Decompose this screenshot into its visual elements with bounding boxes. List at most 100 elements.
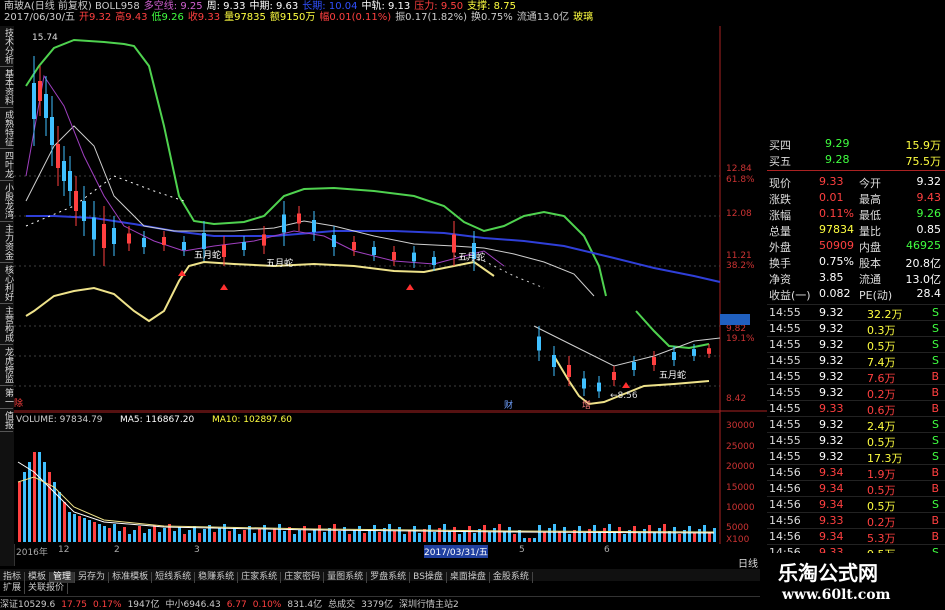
price-axis-label: 61.8% bbox=[726, 175, 755, 185]
date-tick: 6 bbox=[604, 545, 610, 555]
rail-item[interactable]: 成熟特征 bbox=[0, 108, 13, 149]
ohlc-value: 开9.32 bbox=[79, 12, 112, 23]
rail-item[interactable]: 主营构成 bbox=[0, 304, 13, 345]
volume-bar bbox=[713, 528, 716, 542]
stat-row: 换手 0.75% 股本 20.8亿 bbox=[767, 254, 945, 270]
volume-bar bbox=[428, 525, 431, 542]
rail-item[interactable]: 值报 bbox=[0, 409, 13, 432]
ohlc-value: 高9.43 bbox=[115, 12, 148, 23]
rail-item[interactable]: 基本资料 bbox=[0, 67, 13, 108]
tab-2[interactable]: 管理 bbox=[50, 572, 76, 583]
tab-0[interactable]: 指标 bbox=[0, 572, 26, 583]
rail-item[interactable]: 主力资金 bbox=[0, 222, 13, 263]
volume-bar bbox=[333, 524, 336, 542]
tick-time: 14:55 bbox=[769, 450, 801, 463]
tick-row: 14:55 9.32 0.5万 S bbox=[767, 432, 945, 449]
stat-row: 涨幅 0.11% 最低 9.26 bbox=[767, 206, 945, 222]
volume-bar bbox=[133, 530, 136, 542]
volume-bar bbox=[373, 525, 376, 542]
candlestick-body bbox=[56, 144, 60, 168]
volume-bar bbox=[293, 534, 296, 542]
pattern-label: 五月蛇 bbox=[458, 251, 485, 263]
event-marker[interactable]: 增 bbox=[582, 399, 591, 411]
stat-l1: 涨跌 bbox=[769, 193, 791, 206]
stat-v2: 9.32 bbox=[916, 175, 942, 188]
candlestick-body bbox=[162, 237, 166, 245]
volume-bar bbox=[608, 524, 611, 542]
volume-bar bbox=[638, 533, 641, 542]
bid-label: 买五 bbox=[769, 155, 791, 168]
tick-time: 14:56 bbox=[769, 466, 801, 479]
rail-item[interactable]: 四叶龙 bbox=[0, 149, 13, 181]
volume-bar bbox=[523, 538, 526, 542]
tab-10[interactable]: 罗盘系统 bbox=[367, 572, 411, 583]
candlestick-body bbox=[127, 233, 131, 244]
tick-side: B bbox=[931, 466, 939, 479]
price-chart[interactable]: 12.8461.8%12.0811.2138.2%9.879.8219.1%8.… bbox=[14, 26, 767, 412]
tab-13[interactable]: 金股系统 bbox=[490, 572, 533, 583]
volume-axis-label: 10000 bbox=[726, 503, 755, 513]
tick-price: 9.33 bbox=[819, 402, 844, 415]
volume-bar bbox=[33, 452, 36, 542]
tab-9[interactable]: 量图系统 bbox=[324, 572, 368, 583]
stat-v2: 46925 bbox=[906, 239, 941, 252]
ohlc-value: 振0.17(1.82%) bbox=[395, 12, 468, 23]
tab-5[interactable]: 短线系统 bbox=[152, 572, 196, 583]
event-marker[interactable]: 财 bbox=[504, 399, 513, 411]
tab-3[interactable]: 另存为 bbox=[75, 572, 110, 583]
volume-bar bbox=[528, 538, 531, 542]
rail-item[interactable]: 技术分析 bbox=[0, 26, 13, 67]
stat-l2: 最低 bbox=[859, 209, 881, 222]
candlestick-body bbox=[312, 220, 316, 232]
volume-bar bbox=[83, 518, 86, 542]
sub-tab-1[interactable]: 关联报价 bbox=[25, 583, 69, 594]
tick-row: 14:55 9.32 17.3万 S bbox=[767, 448, 945, 465]
stat-v2: 20.8亿 bbox=[905, 257, 942, 270]
volume-bar bbox=[163, 528, 166, 542]
volume-bar bbox=[618, 527, 621, 542]
volume-bar bbox=[23, 472, 26, 542]
candlestick-body bbox=[112, 228, 116, 244]
event-marker[interactable]: 除 bbox=[14, 397, 23, 409]
tab-12[interactable]: 桌面操盘 bbox=[447, 572, 490, 583]
stat-v1: 0.11% bbox=[819, 207, 854, 220]
tick-row: 14:56 9.34 0.5万 S bbox=[767, 496, 945, 513]
volume-chart[interactable]: 30000 25000 20000 15000 10000 5000 X100 VOLUME:… bbox=[14, 412, 767, 544]
tab-7[interactable]: 庄家系统 bbox=[238, 572, 282, 583]
volume-bar bbox=[393, 531, 396, 542]
rail-item[interactable]: 小股龙湾 bbox=[0, 181, 13, 222]
volume-bar bbox=[338, 531, 341, 542]
sub-tab-0[interactable]: 扩展 bbox=[0, 583, 26, 594]
tick-time: 14:55 bbox=[769, 354, 801, 367]
tab-11[interactable]: BS操盘 bbox=[410, 572, 447, 583]
volume-bar bbox=[498, 524, 501, 542]
candlestick-body bbox=[222, 245, 226, 257]
volume-bar bbox=[598, 532, 601, 542]
volume-bar bbox=[483, 525, 486, 542]
rail-item[interactable]: 第一 bbox=[0, 386, 13, 409]
volume-bar bbox=[258, 529, 261, 542]
tab-1[interactable]: 模板 bbox=[25, 572, 51, 583]
volume-bar bbox=[108, 528, 111, 542]
tick-row: 14:56 9.33 0.2万 B bbox=[767, 512, 945, 529]
tick-price: 9.32 bbox=[819, 354, 844, 367]
tab-8[interactable]: 庄家密码 bbox=[281, 572, 325, 583]
ohlc-values-row: 2017/06/30/五 开9.32 高9.43 低9.26 收9.33 量97835 额9… bbox=[4, 12, 597, 23]
bid-volume: 75.5万 bbox=[905, 155, 942, 168]
stat-v1: 97834 bbox=[819, 223, 854, 236]
candlestick-body bbox=[142, 237, 146, 248]
volume-bar bbox=[123, 527, 126, 542]
stat-v1: 50909 bbox=[819, 239, 854, 252]
volume-axis-label: 20000 bbox=[726, 462, 755, 472]
volume-bar bbox=[513, 534, 516, 542]
rail-item[interactable]: 核心利好 bbox=[0, 263, 13, 304]
tick-price: 9.32 bbox=[819, 306, 844, 319]
watermark-url: www.60lt.com bbox=[782, 587, 891, 603]
tick-row: 14:55 9.32 0.2万 B bbox=[767, 384, 945, 401]
rail-item[interactable]: 龙虎榜监 bbox=[0, 345, 13, 386]
period-label[interactable]: 日线 bbox=[738, 555, 758, 570]
volume-bar bbox=[158, 532, 161, 542]
tab-4[interactable]: 标准模板 bbox=[109, 572, 153, 583]
tab-6[interactable]: 稳赚系统 bbox=[195, 572, 239, 583]
volume-bar bbox=[213, 532, 216, 542]
